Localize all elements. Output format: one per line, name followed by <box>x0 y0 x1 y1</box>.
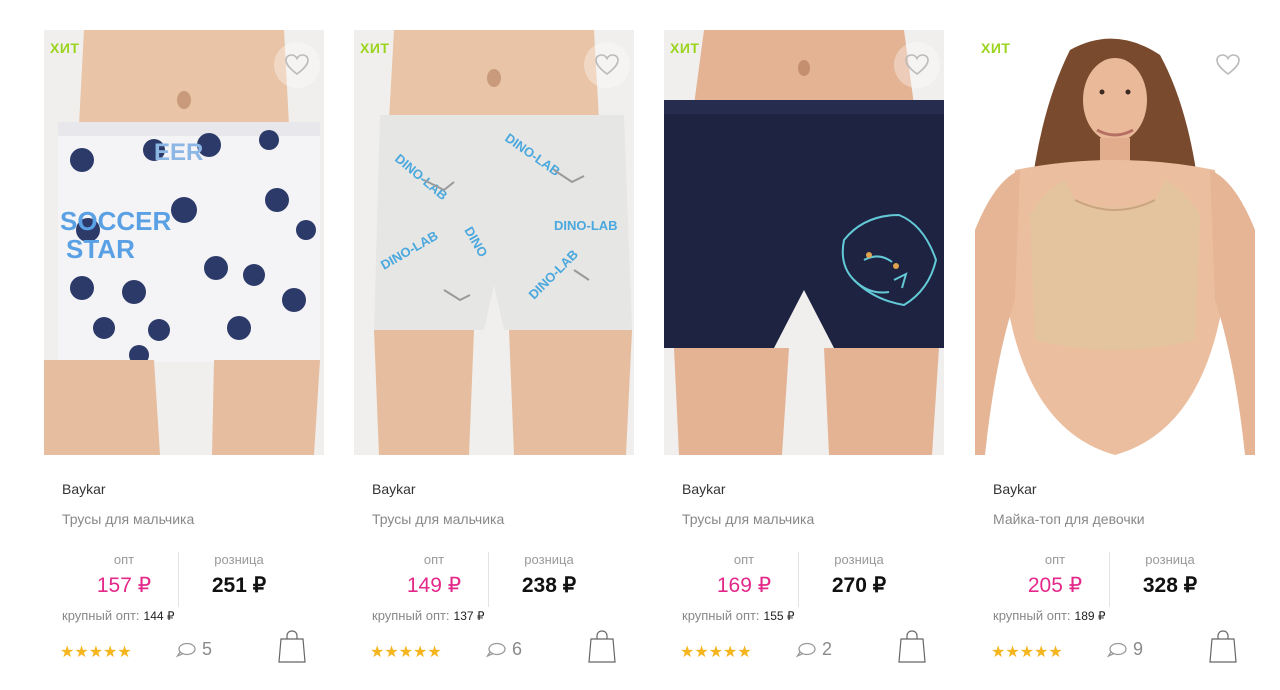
comments-count: 5 <box>202 639 213 659</box>
product-brand[interactable]: Baykar <box>993 481 1037 497</box>
rating-stars[interactable]: ★★★★★ <box>60 642 132 662</box>
svg-text:DINO-LAB: DINO-LAB <box>554 218 618 233</box>
bulk-value: 189 ₽ <box>1074 609 1106 623</box>
retail-label: розница <box>1145 552 1195 567</box>
product-title[interactable]: Трусы для мальчика <box>62 511 194 527</box>
shopping-bag-icon <box>1209 630 1237 663</box>
shopping-bag-icon <box>278 630 306 663</box>
bulk-price: крупный опт: 189 ₽ <box>993 608 1106 623</box>
retail-price: 270 ₽ <box>831 574 887 597</box>
product-photo[interactable]: DINO-LAB DINO-LAB DINO-LAB DINO-LAB DINO… <box>354 30 634 455</box>
opt-label: опт <box>423 552 445 567</box>
bulk-label: крупный опт: <box>372 608 450 623</box>
favorite-button[interactable] <box>1205 42 1251 88</box>
opt-price-block: опт 149 ₽ <box>374 552 494 598</box>
product-card[interactable]: DINO-LAB DINO-LAB DINO-LAB DINO-LAB DINO… <box>354 30 634 680</box>
retail-price: 251 ₽ <box>211 574 267 597</box>
product-brand[interactable]: Baykar <box>62 481 106 497</box>
product-card[interactable]: ХИТ Baykar Майка-топ для девочки опт 205… <box>975 30 1255 680</box>
product-photo[interactable]: ХИТ <box>975 30 1255 455</box>
product-image: DINO-LAB DINO-LAB DINO-LAB DINO-LAB DINO… <box>354 30 634 455</box>
retail-label: розница <box>214 552 264 567</box>
product-photo[interactable]: SOCCER STAR EER ХИТ <box>44 30 324 455</box>
opt-label: опт <box>1044 552 1066 567</box>
comment-icon <box>1107 642 1127 657</box>
opt-price: 169 ₽ <box>716 574 772 597</box>
product-image <box>664 30 944 455</box>
opt-label: опт <box>113 552 135 567</box>
comments-link[interactable]: 2 <box>796 639 832 660</box>
retail-price-block: розница 238 ₽ <box>488 552 609 607</box>
hit-badge: ХИТ <box>670 40 700 56</box>
hit-badge: ХИТ <box>360 40 390 56</box>
comments-count: 6 <box>512 639 523 659</box>
bulk-price: крупный опт: 144 ₽ <box>62 608 175 623</box>
bulk-value: 144 ₽ <box>143 609 175 623</box>
add-to-cart-button[interactable] <box>588 630 616 669</box>
retail-label: розница <box>524 552 574 567</box>
hit-badge: ХИТ <box>981 40 1011 56</box>
comments-count: 2 <box>822 639 833 659</box>
opt-price-block: опт 157 ₽ <box>64 552 184 598</box>
bulk-label: крупный опт: <box>993 608 1071 623</box>
product-brand[interactable]: Baykar <box>682 481 726 497</box>
rating-stars[interactable]: ★★★★★ <box>680 642 752 662</box>
product-title[interactable]: Трусы для мальчика <box>372 511 504 527</box>
comment-icon <box>796 642 816 657</box>
heart-icon <box>1216 54 1240 76</box>
comments-link[interactable]: 9 <box>1107 639 1143 660</box>
product-title[interactable]: Трусы для мальчика <box>682 511 814 527</box>
add-to-cart-button[interactable] <box>1209 630 1237 669</box>
product-image <box>975 30 1255 455</box>
retail-label: розница <box>834 552 884 567</box>
comment-icon <box>176 642 196 657</box>
bulk-value: 137 ₽ <box>453 609 485 623</box>
add-to-cart-button[interactable] <box>278 630 306 669</box>
comments-count: 9 <box>1133 639 1144 659</box>
shopping-bag-icon <box>898 630 926 663</box>
bulk-price: крупный опт: 137 ₽ <box>372 608 485 623</box>
comment-icon <box>486 642 506 657</box>
retail-price-block: розница 270 ₽ <box>798 552 919 607</box>
comments-link[interactable]: 5 <box>176 639 212 660</box>
bulk-label: крупный опт: <box>62 608 140 623</box>
rating-stars[interactable]: ★★★★★ <box>370 642 442 662</box>
favorite-button[interactable] <box>894 42 940 88</box>
hit-badge: ХИТ <box>50 40 80 56</box>
retail-price: 328 ₽ <box>1142 574 1198 597</box>
opt-price: 149 ₽ <box>406 574 462 597</box>
heart-icon <box>905 54 929 76</box>
product-image: SOCCER STAR EER <box>44 30 324 455</box>
heart-icon <box>595 54 619 76</box>
add-to-cart-button[interactable] <box>898 630 926 669</box>
product-grid: SOCCER STAR EER ХИТ Baykar Трусы для мал… <box>0 0 1280 690</box>
bulk-value: 155 ₽ <box>763 609 795 623</box>
svg-text:EER: EER <box>154 139 203 166</box>
bulk-price: крупный опт: 155 ₽ <box>682 608 795 623</box>
comments-link[interactable]: 6 <box>486 639 522 660</box>
bulk-label: крупный опт: <box>682 608 760 623</box>
heart-icon <box>285 54 309 76</box>
svg-text:SOCCER: SOCCER <box>60 206 171 236</box>
product-photo[interactable]: ХИТ <box>664 30 944 455</box>
opt-price-block: опт 169 ₽ <box>684 552 804 598</box>
opt-price: 157 ₽ <box>96 574 152 597</box>
shopping-bag-icon <box>588 630 616 663</box>
rating-stars[interactable]: ★★★★★ <box>991 642 1063 662</box>
product-card[interactable]: SOCCER STAR EER ХИТ Baykar Трусы для мал… <box>44 30 324 680</box>
opt-price: 205 ₽ <box>1027 574 1083 597</box>
favorite-button[interactable] <box>584 42 630 88</box>
opt-label: опт <box>733 552 755 567</box>
retail-price: 238 ₽ <box>521 574 577 597</box>
product-card[interactable]: ХИТ Baykar Трусы для мальчика опт 169 ₽ … <box>664 30 944 680</box>
retail-price-block: розница 251 ₽ <box>178 552 299 607</box>
product-brand[interactable]: Baykar <box>372 481 416 497</box>
retail-price-block: розница 328 ₽ <box>1109 552 1230 607</box>
product-title[interactable]: Майка-топ для девочки <box>993 511 1145 527</box>
svg-text:STAR: STAR <box>66 234 135 264</box>
opt-price-block: опт 205 ₽ <box>995 552 1115 598</box>
favorite-button[interactable] <box>274 42 320 88</box>
